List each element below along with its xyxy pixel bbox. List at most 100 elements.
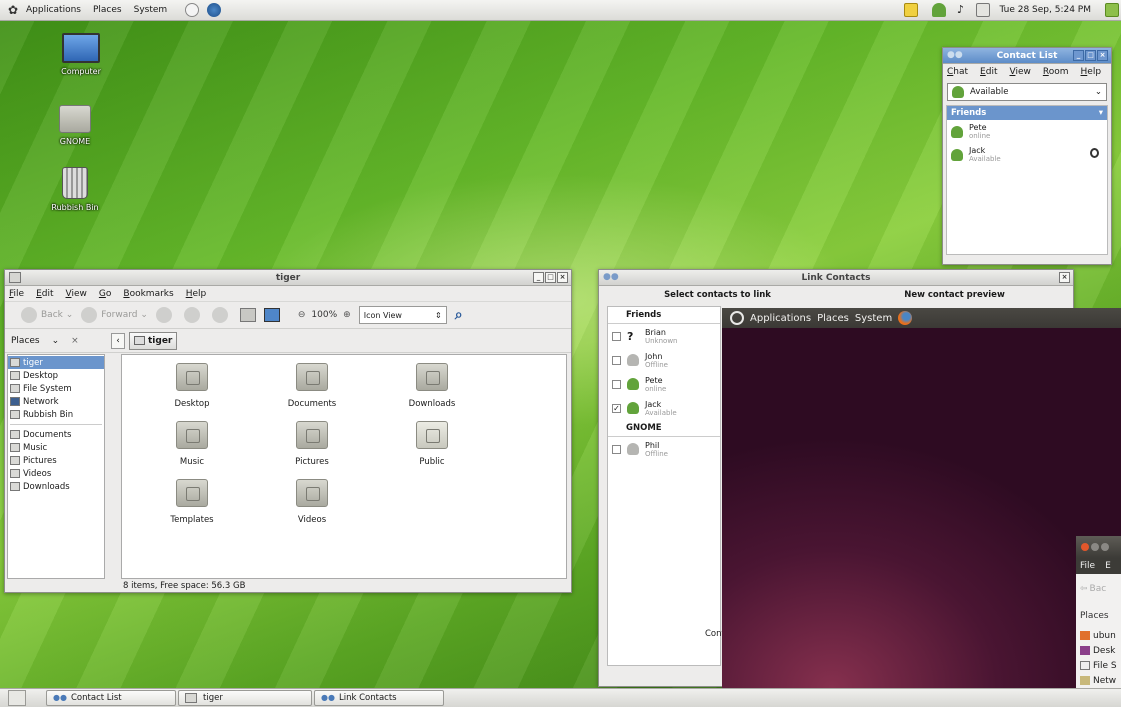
sidebar-item-file-system[interactable]: File S bbox=[1076, 658, 1121, 673]
folder-item-desktop[interactable]: Desktop bbox=[142, 363, 242, 409]
breadcrumb[interactable]: tiger bbox=[129, 331, 178, 350]
reload-button[interactable] bbox=[211, 307, 232, 323]
sidebar-item-music[interactable]: Music bbox=[8, 441, 104, 454]
menu-edit[interactable]: E bbox=[1105, 561, 1111, 571]
minimize-button[interactable]: _ bbox=[1073, 50, 1084, 61]
folder-item-documents[interactable]: Documents bbox=[262, 363, 362, 409]
back-arrow-icon[interactable]: ⇦ bbox=[1080, 584, 1088, 594]
close-icon[interactable] bbox=[1081, 543, 1089, 551]
presence-status-select[interactable]: Available ⌄ bbox=[947, 83, 1107, 101]
link-row-john[interactable]: John Offline bbox=[608, 348, 720, 372]
sidebar-item-network[interactable]: Network bbox=[8, 395, 104, 408]
file-manager-titlebar[interactable]: tiger _ □ × bbox=[5, 270, 571, 286]
folder-item-pictures[interactable]: Pictures bbox=[262, 421, 362, 467]
firefox-icon[interactable] bbox=[898, 311, 913, 325]
menu-file[interactable]: File bbox=[9, 289, 24, 299]
link-checkbox[interactable] bbox=[612, 444, 621, 454]
sidebar-item-desktop[interactable]: Desktop bbox=[8, 369, 104, 382]
volume-icon[interactable]: ♪ bbox=[954, 3, 968, 17]
close-button[interactable]: × bbox=[1097, 50, 1108, 61]
sidebar-item-rubbish-bin[interactable]: Rubbish Bin bbox=[8, 408, 104, 421]
panel-clock[interactable]: Tue 28 Sep, 5:24 PM bbox=[1000, 5, 1092, 15]
ubuntu-logo-icon[interactable] bbox=[730, 311, 744, 325]
sidebar-item-tiger[interactable]: tiger bbox=[8, 356, 104, 369]
menu-bookmarks[interactable]: Bookmarks bbox=[123, 289, 173, 299]
pane-splitter[interactable] bbox=[105, 353, 121, 579]
menu-chat[interactable]: Chat bbox=[947, 67, 968, 77]
view-mode-select[interactable]: Icon View ⇕ bbox=[358, 306, 447, 324]
menu-file[interactable]: File bbox=[1080, 561, 1095, 571]
link-row-brian[interactable]: ? Brian Unknown bbox=[608, 324, 720, 348]
zoom-in-button[interactable]: ⊕ bbox=[343, 310, 351, 320]
desktop-icon-gnome[interactable]: GNOME bbox=[40, 105, 110, 146]
forward-button[interactable]: Forward ⌄ bbox=[81, 307, 148, 323]
back-button[interactable]: Back ⌄ bbox=[21, 307, 73, 323]
sidebar-item-network[interactable]: Netw bbox=[1076, 673, 1121, 688]
contact-item-jack[interactable]: Jack Available bbox=[947, 143, 1107, 166]
breadcrumb-back-button[interactable]: ‹ bbox=[111, 332, 125, 349]
menu-edit[interactable]: Edit bbox=[36, 289, 53, 299]
home-launcher-icon[interactable] bbox=[185, 3, 200, 17]
taskbar-item-link-contacts[interactable]: ●● Link Contacts bbox=[314, 690, 444, 706]
close-button[interactable]: × bbox=[1059, 272, 1070, 283]
sidebar-item-downloads[interactable]: Downloads bbox=[8, 480, 104, 493]
link-row-jack[interactable]: ✓ Jack Available bbox=[608, 396, 720, 420]
panel-applet-icon[interactable] bbox=[1105, 3, 1119, 17]
link-contacts-titlebar[interactable]: ●● Link Contacts × bbox=[599, 270, 1073, 286]
places-label[interactable]: Places bbox=[1076, 604, 1121, 628]
maximize-button[interactable]: □ bbox=[1085, 50, 1096, 61]
folder-item-music[interactable]: Music bbox=[142, 421, 242, 467]
back-label[interactable]: Bac bbox=[1090, 584, 1107, 594]
show-desktop-button[interactable] bbox=[8, 690, 26, 706]
maximize-button[interactable]: □ bbox=[545, 272, 556, 283]
group-header-friends[interactable]: Friends ▾ bbox=[947, 106, 1107, 120]
contact-list-titlebar[interactable]: ●● Contact List _ □ × bbox=[943, 48, 1111, 64]
link-row-pete[interactable]: Pete online bbox=[608, 372, 720, 396]
desktop-icon-rubbish-bin[interactable]: Rubbish Bin bbox=[40, 167, 110, 212]
desktop-icon-computer[interactable]: Computer bbox=[46, 33, 116, 76]
network-icon[interactable] bbox=[975, 3, 990, 17]
sidebar-item-file-system[interactable]: File System bbox=[8, 382, 104, 395]
link-checkbox[interactable] bbox=[612, 355, 621, 365]
menu-view[interactable]: View bbox=[66, 289, 87, 299]
places-dropdown[interactable]: Places ⌄ × bbox=[11, 336, 111, 346]
link-row-phil[interactable]: Phil Offline bbox=[608, 437, 720, 461]
system-menu[interactable]: System bbox=[128, 5, 174, 15]
minimize-button[interactable]: _ bbox=[533, 272, 544, 283]
ubuntu-system-menu[interactable]: System bbox=[855, 313, 892, 324]
ubuntu-applications-menu[interactable]: Applications bbox=[750, 313, 811, 324]
computer-button[interactable] bbox=[263, 308, 280, 322]
ubuntu-places-menu[interactable]: Places bbox=[817, 313, 849, 324]
search-icon[interactable]: ⌕ bbox=[455, 307, 463, 323]
folder-item-templates[interactable]: Templates bbox=[142, 479, 242, 525]
menu-room[interactable]: Room bbox=[1043, 67, 1069, 77]
gnome-foot-icon[interactable]: ✿ bbox=[6, 3, 20, 17]
menu-go[interactable]: Go bbox=[99, 289, 112, 299]
menu-help[interactable]: Help bbox=[186, 289, 207, 299]
menu-help[interactable]: Help bbox=[1081, 67, 1102, 77]
link-checkbox-checked[interactable]: ✓ bbox=[612, 403, 621, 413]
menu-edit[interactable]: Edit bbox=[980, 67, 997, 77]
folder-item-downloads[interactable]: Downloads bbox=[382, 363, 482, 409]
stop-button[interactable] bbox=[183, 307, 204, 323]
user-status-icon[interactable] bbox=[931, 3, 946, 17]
taskbar-item-contact-list[interactable]: ●● Contact List bbox=[46, 690, 176, 706]
sidebar-item-pictures[interactable]: Pictures bbox=[8, 454, 104, 467]
web-browser-icon[interactable] bbox=[207, 3, 222, 17]
minimize-icon[interactable] bbox=[1091, 543, 1099, 551]
link-checkbox[interactable] bbox=[612, 379, 621, 389]
up-button[interactable] bbox=[155, 307, 176, 323]
folder-item-public[interactable]: Public bbox=[382, 421, 482, 467]
sidebar-item-videos[interactable]: Videos bbox=[8, 467, 104, 480]
taskbar-item-tiger[interactable]: tiger bbox=[178, 690, 312, 706]
notes-icon[interactable] bbox=[903, 3, 918, 17]
folder-item-videos[interactable]: Videos bbox=[262, 479, 362, 525]
zoom-out-button[interactable]: ⊖ bbox=[298, 310, 306, 320]
link-checkbox[interactable] bbox=[612, 331, 621, 341]
close-button[interactable]: × bbox=[557, 272, 568, 283]
sidebar-item-home[interactable]: ubun bbox=[1076, 628, 1121, 643]
close-pane-icon[interactable]: × bbox=[71, 336, 79, 346]
contact-item-pete[interactable]: Pete online bbox=[947, 120, 1107, 143]
home-button[interactable] bbox=[239, 308, 256, 322]
menu-view[interactable]: View bbox=[1009, 67, 1030, 77]
